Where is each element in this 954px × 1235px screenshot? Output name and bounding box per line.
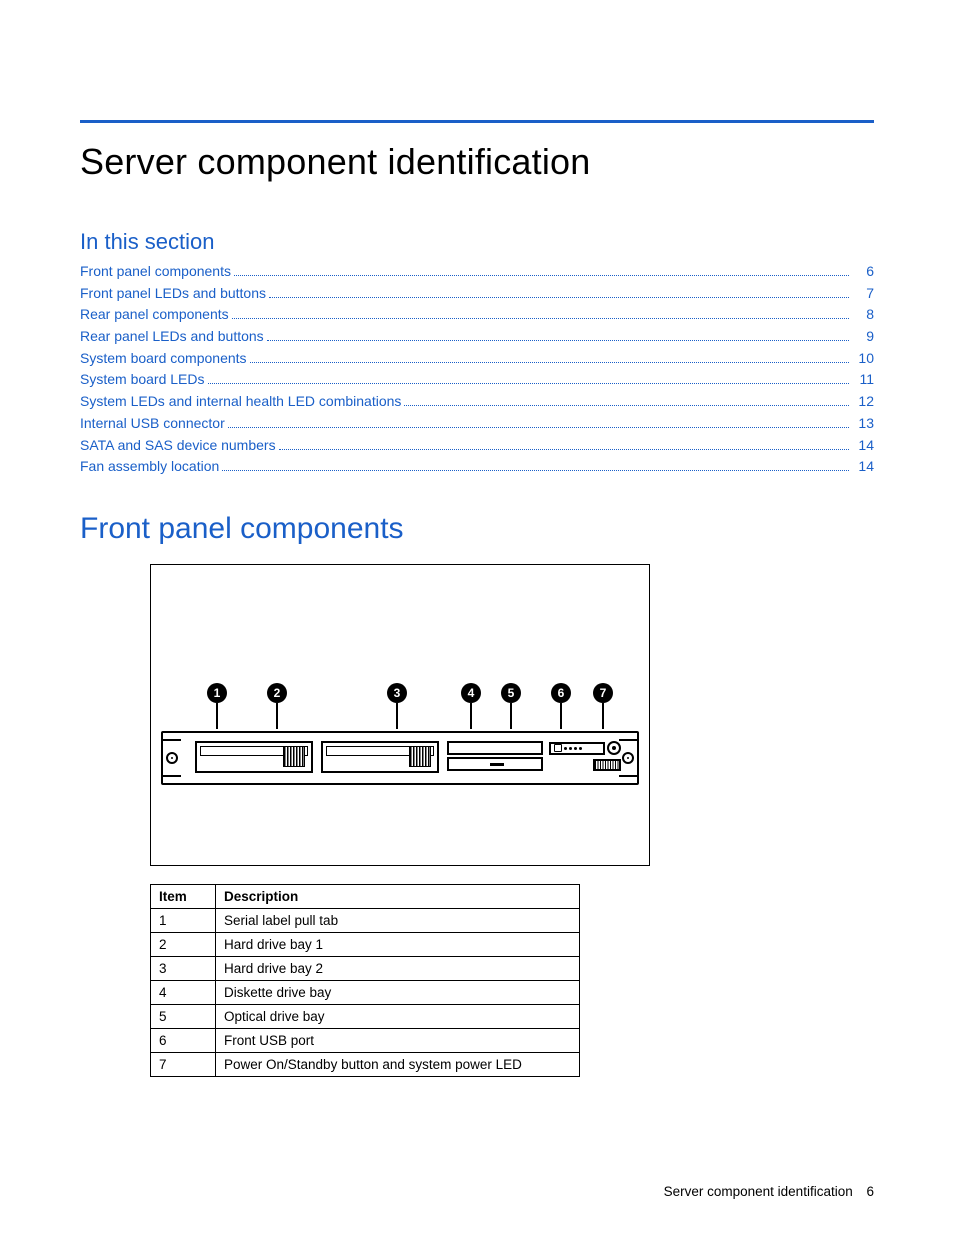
toc-row[interactable]: Rear panel components 8 [80, 304, 874, 326]
toc-page: 13 [852, 413, 874, 435]
toc-title: System board components [80, 348, 247, 370]
component-table: Item Description 1Serial label pull tab … [150, 884, 580, 1077]
hard-drive-bay-1 [195, 741, 313, 773]
item-cell: 3 [151, 956, 216, 980]
table-row: 3Hard drive bay 2 [151, 956, 580, 980]
front-led-strip [549, 742, 605, 755]
desc-cell: Hard drive bay 1 [216, 932, 580, 956]
toc-title: SATA and SAS device numbers [80, 435, 276, 457]
table-header-item: Item [151, 884, 216, 908]
item-cell: 5 [151, 1004, 216, 1028]
table-row: 2Hard drive bay 1 [151, 932, 580, 956]
top-rule [80, 120, 874, 123]
toc-page: 14 [852, 435, 874, 457]
page-footer: Server component identification 6 [664, 1184, 874, 1199]
desc-cell: Power On/Standby button and system power… [216, 1052, 580, 1076]
toc-page: 9 [852, 326, 874, 348]
table-of-contents: Front panel components 6 Front panel LED… [80, 261, 874, 478]
toc-page: 7 [852, 283, 874, 305]
toc-leader [267, 340, 849, 341]
item-cell: 2 [151, 932, 216, 956]
callout-bubble: 5 [501, 683, 521, 703]
optical-drive-bay [447, 741, 543, 755]
toc-title: Front panel components [80, 261, 231, 283]
toc-page: 14 [852, 456, 874, 478]
power-button-icon [607, 741, 621, 755]
toc-title: Rear panel components [80, 304, 229, 326]
rack-ear-left [161, 739, 181, 777]
toc-title: Internal USB connector [80, 413, 225, 435]
toc-row[interactable]: System board components 10 [80, 348, 874, 370]
toc-leader [234, 275, 849, 276]
toc-title: System LEDs and internal health LED comb… [80, 391, 401, 413]
toc-page: 8 [852, 304, 874, 326]
server-chassis [161, 731, 639, 785]
desc-cell: Front USB port [216, 1028, 580, 1052]
toc-leader [250, 362, 849, 363]
rack-ear-right [619, 739, 639, 777]
toc-row[interactable]: SATA and SAS device numbers 14 [80, 435, 874, 457]
toc-page: 12 [852, 391, 874, 413]
callout-3: 3 [387, 683, 407, 729]
callout-bubble: 1 [207, 683, 227, 703]
callout-bubble: 7 [593, 683, 613, 703]
table-header-desc: Description [216, 884, 580, 908]
toc-row[interactable]: System LEDs and internal health LED comb… [80, 391, 874, 413]
callout-bubble: 6 [551, 683, 571, 703]
callout-5: 5 [501, 683, 521, 729]
table-row: 5Optical drive bay [151, 1004, 580, 1028]
toc-row[interactable]: Front panel components 6 [80, 261, 874, 283]
toc-page: 10 [852, 348, 874, 370]
table-row: 4Diskette drive bay [151, 980, 580, 1004]
desc-cell: Diskette drive bay [216, 980, 580, 1004]
vent-grid [593, 759, 621, 771]
table-row: 1Serial label pull tab [151, 908, 580, 932]
diskette-drive-bay [447, 757, 543, 771]
toc-row[interactable]: System board LEDs 11 [80, 369, 874, 391]
toc-title: System board LEDs [80, 369, 205, 391]
table-row: 7Power On/Standby button and system powe… [151, 1052, 580, 1076]
callout-4: 4 [461, 683, 481, 729]
item-cell: 6 [151, 1028, 216, 1052]
item-cell: 7 [151, 1052, 216, 1076]
footer-text: Server component identification [664, 1184, 853, 1199]
table-row: 6Front USB port [151, 1028, 580, 1052]
callout-bubble: 4 [461, 683, 481, 703]
page-title: Server component identification [80, 141, 874, 183]
callout-bubble: 2 [267, 683, 287, 703]
callout-1: 1 [207, 683, 227, 729]
toc-title: Front panel LEDs and buttons [80, 283, 266, 305]
hard-drive-bay-2 [321, 741, 439, 773]
toc-row[interactable]: Front panel LEDs and buttons 7 [80, 283, 874, 305]
footer-page-number: 6 [866, 1184, 874, 1199]
toc-title: Fan assembly location [80, 456, 219, 478]
toc-row[interactable]: Internal USB connector 13 [80, 413, 874, 435]
toc-page: 6 [852, 261, 874, 283]
toc-leader [232, 318, 849, 319]
toc-title: Rear panel LEDs and buttons [80, 326, 264, 348]
toc-leader [404, 405, 849, 406]
in-this-section-heading: In this section [80, 229, 874, 255]
desc-cell: Serial label pull tab [216, 908, 580, 932]
toc-leader [222, 470, 849, 471]
callout-bubble: 3 [387, 683, 407, 703]
front-panel-diagram: 1 2 3 4 5 6 7 [150, 564, 650, 866]
toc-leader [279, 449, 849, 450]
item-cell: 4 [151, 980, 216, 1004]
callout-7: 7 [593, 683, 613, 729]
toc-leader [228, 427, 849, 428]
desc-cell: Optical drive bay [216, 1004, 580, 1028]
toc-row[interactable]: Fan assembly location 14 [80, 456, 874, 478]
front-panel-components-heading: Front panel components [80, 512, 874, 546]
callout-6: 6 [551, 683, 571, 729]
item-cell: 1 [151, 908, 216, 932]
toc-leader [269, 297, 849, 298]
toc-row[interactable]: Rear panel LEDs and buttons 9 [80, 326, 874, 348]
front-usb-port-icon [554, 744, 562, 752]
callout-2: 2 [267, 683, 287, 729]
desc-cell: Hard drive bay 2 [216, 956, 580, 980]
toc-leader [208, 383, 850, 384]
toc-page: 11 [852, 369, 874, 391]
